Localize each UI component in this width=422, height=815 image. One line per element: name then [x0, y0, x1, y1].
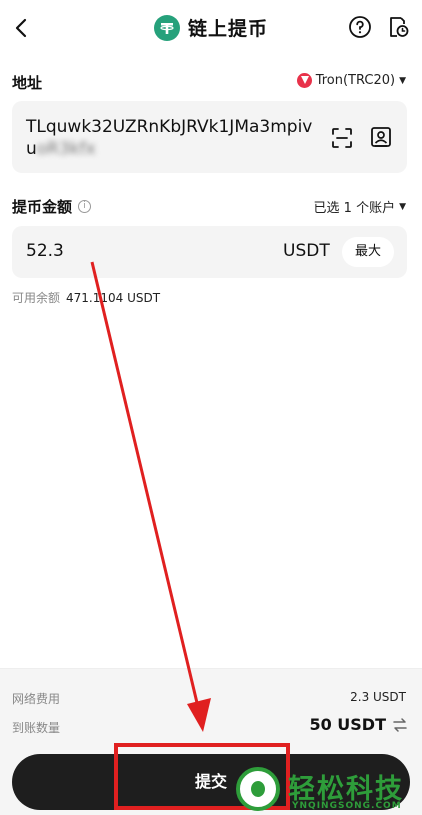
account-selector[interactable]: 已选 1 个账户 ▼ [314, 197, 406, 216]
info-icon[interactable]: i [78, 200, 92, 213]
tron-icon [296, 73, 312, 88]
fee-label: 网络费用 [12, 692, 61, 706]
balance-value: 471.1104 USDT [66, 291, 161, 305]
receive-label: 到账数量 [12, 721, 61, 735]
page-title: 链上提币 [187, 18, 268, 40]
amount-unit: USDT [283, 241, 330, 261]
amount-input[interactable]: 52.3 USDT 最大 [12, 226, 407, 278]
max-button[interactable]: 最大 [342, 237, 394, 267]
address-label: 地址 [12, 74, 43, 92]
address-line2-blurred: oR3kfx [36, 139, 96, 159]
receive-value: 50 USDT [309, 715, 386, 734]
history-icon[interactable] [386, 15, 410, 39]
address-input[interactable]: TLquwk32UZRnKbJRVk1JMa3mpivuoR3kfx [12, 101, 407, 173]
tether-icon [153, 14, 180, 41]
address-line1: TLquwk32UZRnKbJRVk1JMa3mpiv [26, 117, 313, 137]
header: 链上提币 [0, 0, 422, 56]
amount-value[interactable]: 52.3 [26, 241, 64, 261]
watermark-icon [236, 767, 280, 811]
watermark-subtitle: YNQINGSONG.COM [292, 801, 402, 811]
address-book-icon[interactable] [369, 125, 393, 149]
fee-value: 2.3 USDT [350, 690, 406, 704]
caret-down-icon: ▼ [399, 75, 406, 86]
swap-icon[interactable] [392, 717, 408, 733]
amount-label-row: 提币金额 i [12, 196, 92, 217]
caret-down-icon: ▼ [399, 201, 406, 212]
network-name: Tron(TRC20) [315, 73, 396, 88]
address-line2-visible: u [26, 139, 37, 159]
watermark-logo: 轻松科技 YNQINGSONG.COM [236, 765, 422, 815]
address-value[interactable]: TLquwk32UZRnKbJRVk1JMa3mpivuoR3kfx [26, 116, 316, 160]
scan-icon[interactable] [331, 127, 353, 149]
account-selector-text: 已选 1 个账户 [313, 201, 396, 216]
network-selector[interactable]: Tron(TRC20) ▼ [296, 73, 406, 88]
amount-label: 提币金额 [12, 198, 73, 216]
available-balance: 可用余额 471.1104 USDT [12, 289, 160, 306]
question-circle-icon[interactable] [348, 15, 372, 39]
balance-label: 可用余额 [12, 291, 61, 305]
